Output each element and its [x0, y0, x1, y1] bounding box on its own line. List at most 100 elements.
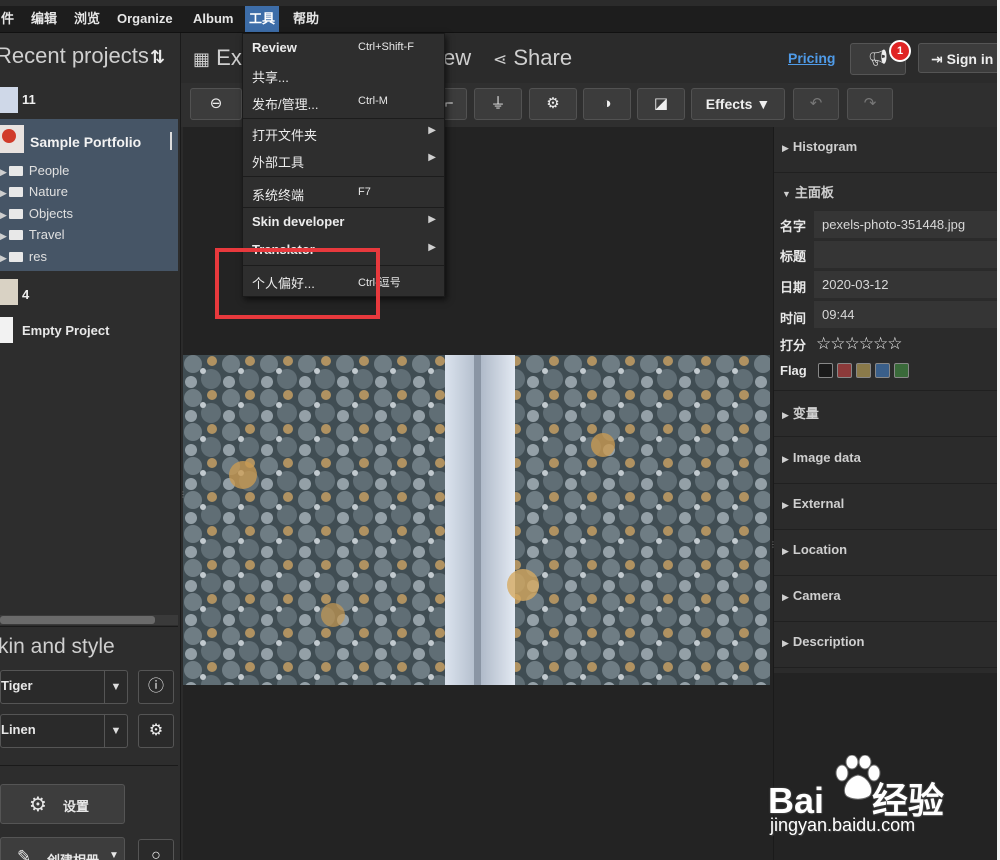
menu-browse[interactable]: 浏览	[70, 6, 104, 32]
tree-item-people[interactable]: ▶ People	[0, 163, 69, 178]
name-field[interactable]: pexels-photo-351448.jpg	[814, 210, 1000, 238]
style-select[interactable]: Linen ▼	[0, 714, 128, 748]
submenu-arrow-icon: ▶	[428, 152, 436, 163]
expand-arrow-icon: ▶	[782, 454, 789, 464]
tree-item-res[interactable]: ▶ res	[0, 249, 47, 264]
exposure-button[interactable]: ◪	[637, 88, 685, 120]
section-main-panel[interactable]: ▼ 主面板	[774, 173, 1000, 205]
crop-icon: ⌐	[444, 95, 454, 112]
menu-item-terminal[interactable]: 系统终端 F7	[243, 180, 444, 206]
project-item[interactable]: 11	[0, 85, 180, 119]
contrast-button[interactable]: ◑	[583, 88, 631, 120]
create-album-button[interactable]: ✎ 创建相册 ▼	[0, 837, 125, 860]
project-name[interactable]: Empty Project	[22, 323, 109, 338]
flag-swatch-red[interactable]	[837, 363, 852, 378]
undo-button[interactable]: ↶	[793, 88, 839, 120]
skin-info-button[interactable]: ⓘ	[138, 670, 174, 704]
tree-item-objects[interactable]: ▶ Objects	[0, 206, 73, 221]
tab-share[interactable]: ⋖ Share	[493, 45, 572, 71]
horizontal-scrollbar[interactable]	[0, 615, 178, 625]
tree-item-nature[interactable]: ▶ Nature	[0, 184, 68, 199]
pricing-link[interactable]: Pricing	[788, 50, 835, 66]
section-image-data[interactable]: ▶ Image data	[774, 438, 1000, 484]
scrollbar-thumb[interactable]	[0, 616, 155, 624]
redo-button[interactable]: ↷	[847, 88, 893, 120]
expand-arrow-icon: ▶	[0, 253, 7, 263]
date-field[interactable]: 2020-03-12	[814, 270, 1000, 298]
caret-down-icon: ▼	[104, 715, 127, 747]
menu-tools[interactable]: 工具	[245, 6, 280, 32]
tree-item-travel[interactable]: ▶ Travel	[0, 227, 65, 242]
section-label: 变量	[792, 406, 819, 421]
effects-button[interactable]: Effects ▼	[691, 88, 785, 120]
menu-item-open-folder[interactable]: 打开文件夹 ▶	[243, 120, 444, 146]
flag-swatch-black[interactable]	[818, 363, 833, 378]
skin-select[interactable]: Tiger ▼	[0, 670, 128, 704]
megaphone-icon: 📢︎	[867, 50, 889, 67]
gear-icon: ⚙	[546, 95, 560, 112]
section-label: Description	[792, 634, 865, 649]
section-histogram[interactable]: ▶ Histogram	[774, 127, 1000, 173]
tab-view[interactable]: ew	[443, 45, 471, 71]
time-field[interactable]: 09:44	[814, 300, 1000, 328]
prop-label-time: 时间	[780, 311, 807, 326]
rating-stars[interactable]: ☆☆☆☆☆☆	[816, 334, 902, 354]
expand-arrow-icon: ▶	[0, 210, 7, 220]
menu-item-publish[interactable]: 发布/管理... Ctrl-M	[243, 89, 444, 115]
project-item[interactable]: 4	[0, 277, 180, 311]
menu-item-external-tools[interactable]: 外部工具 ▶	[243, 147, 444, 173]
effects-label: Effects	[705, 96, 753, 112]
section-description[interactable]: ▶ Description	[774, 622, 1000, 668]
skin-select-value: Tiger	[1, 678, 33, 693]
section-label: Camera	[792, 588, 841, 603]
app-window: 件 编辑 浏览 Organize Album 工具 帮助 ▦ Ex ew ⋖ S…	[0, 0, 1000, 860]
submenu-arrow-icon: ▶	[428, 125, 436, 136]
menu-item-shortcut: F7	[358, 186, 371, 198]
grid-icon: ▦	[193, 49, 211, 69]
resize-handle-right[interactable]: ⋮	[769, 540, 777, 549]
menu-album[interactable]: Album	[189, 6, 237, 32]
remove-button[interactable]: ⊖	[190, 88, 242, 120]
rating-label: 打分	[780, 338, 807, 353]
tree-label: Nature	[28, 184, 68, 199]
settings-button[interactable]: ⚙ 设置	[0, 784, 125, 824]
notification-badge: 1	[889, 40, 911, 62]
contrast-icon: ◑	[602, 95, 612, 112]
project-count: 4	[22, 287, 30, 302]
flag-swatch-green[interactable]	[894, 363, 909, 378]
prop-label-title: 标题	[780, 249, 807, 264]
menu-item-share[interactable]: 共享...	[243, 62, 444, 88]
straighten-button[interactable]: ⏚	[474, 88, 522, 120]
menu-item-label: 发布/管理...	[252, 97, 319, 112]
adjust-button[interactable]: ⚙	[529, 88, 577, 120]
flag-swatch-yellow[interactable]	[856, 363, 871, 378]
menu-item-skin-developer[interactable]: Skin developer ▶	[243, 209, 444, 235]
menu-help[interactable]: 帮助	[289, 6, 323, 32]
menu-item-review[interactable]: Review Ctrl+Shift-F	[243, 35, 444, 61]
project-item-selected[interactable]: Sample Portfolio ▶ People ▶ Nature ▶ Object…	[0, 119, 178, 271]
project-thumbnail	[0, 125, 24, 153]
title-field[interactable]	[814, 240, 1000, 268]
flag-swatch-blue[interactable]	[875, 363, 890, 378]
info-icon: ⓘ	[147, 678, 164, 695]
submenu-arrow-icon: ▶	[428, 214, 436, 225]
menu-edit[interactable]: 编辑	[27, 6, 61, 32]
sign-in-button[interactable]: ⇥ Sign in	[918, 43, 1000, 73]
section-external[interactable]: ▶ External	[774, 484, 1000, 530]
search-button[interactable]: ○	[138, 839, 174, 860]
section-location[interactable]: ▶ Location	[774, 530, 1000, 576]
folder-icon	[8, 230, 23, 240]
flag-label: Flag	[780, 363, 807, 378]
redo-icon: ↷	[863, 95, 877, 112]
tree-label: People	[28, 163, 70, 178]
tree-label: res	[28, 249, 47, 264]
skin-and-style-title: kin and style	[0, 635, 115, 658]
menu-file[interactable]: 件	[0, 6, 18, 32]
section-camera[interactable]: ▶ Camera	[774, 576, 1000, 622]
style-settings-button[interactable]: ⚙	[138, 714, 174, 748]
aerial-forest-photo[interactable]	[183, 355, 770, 685]
menu-organize[interactable]: Organize	[113, 6, 177, 32]
section-variables[interactable]: ▶ 变量	[774, 391, 1000, 437]
tab-explore[interactable]: ▦ Ex	[193, 45, 242, 71]
sort-icon[interactable]: ⇅	[150, 47, 165, 68]
